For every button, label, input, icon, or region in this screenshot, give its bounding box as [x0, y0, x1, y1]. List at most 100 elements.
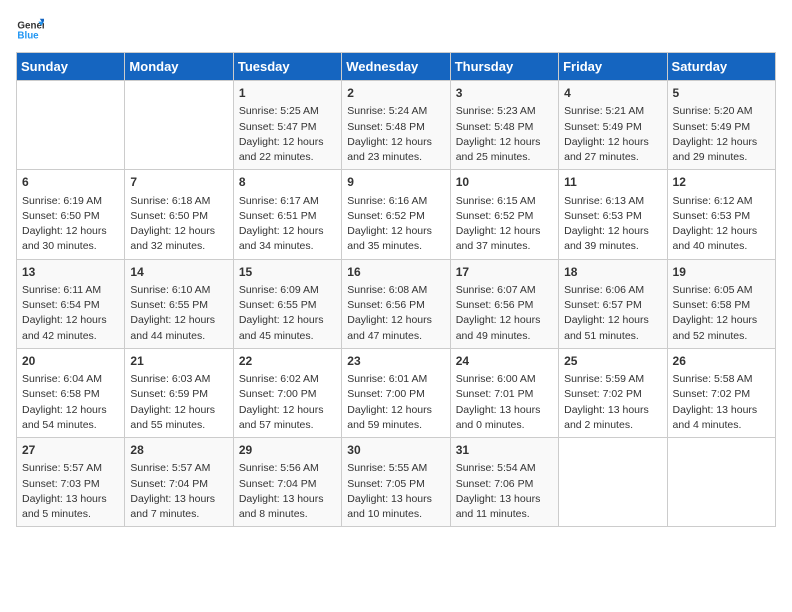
day-number: 20: [22, 353, 119, 370]
day-info: and 40 minutes.: [673, 239, 770, 254]
day-info: Daylight: 12 hours: [673, 135, 770, 150]
calendar-cell: 19Sunrise: 6:05 AMSunset: 6:58 PMDayligh…: [667, 259, 775, 348]
day-number: 4: [564, 85, 661, 102]
day-info: and 25 minutes.: [456, 150, 553, 165]
day-info: Daylight: 12 hours: [130, 403, 227, 418]
day-info: Daylight: 12 hours: [22, 224, 119, 239]
calendar-cell: 1Sunrise: 5:25 AMSunset: 5:47 PMDaylight…: [233, 81, 341, 170]
day-number: 7: [130, 174, 227, 191]
day-info: and 7 minutes.: [130, 507, 227, 522]
day-info: Daylight: 13 hours: [564, 403, 661, 418]
day-info: Sunset: 7:04 PM: [239, 477, 336, 492]
calendar-cell: 29Sunrise: 5:56 AMSunset: 7:04 PMDayligh…: [233, 438, 341, 527]
page-header: General Blue: [16, 16, 776, 44]
day-info: Daylight: 12 hours: [564, 224, 661, 239]
day-header: Friday: [559, 53, 667, 81]
day-info: Daylight: 12 hours: [130, 313, 227, 328]
calendar-cell: 10Sunrise: 6:15 AMSunset: 6:52 PMDayligh…: [450, 170, 558, 259]
day-info: Sunset: 5:48 PM: [347, 120, 444, 135]
day-info: Sunrise: 6:12 AM: [673, 194, 770, 209]
day-number: 16: [347, 264, 444, 281]
day-info: Daylight: 12 hours: [239, 135, 336, 150]
day-info: Sunset: 6:53 PM: [673, 209, 770, 224]
day-info: and 37 minutes.: [456, 239, 553, 254]
day-info: and 30 minutes.: [22, 239, 119, 254]
day-info: Daylight: 13 hours: [347, 492, 444, 507]
calendar-cell: 15Sunrise: 6:09 AMSunset: 6:55 PMDayligh…: [233, 259, 341, 348]
day-info: Sunrise: 5:54 AM: [456, 461, 553, 476]
day-info: Sunset: 6:58 PM: [673, 298, 770, 313]
calendar-cell: 17 Sunrise: 6:07 AMSunset: 6:56 PMDayligh…: [450, 259, 558, 348]
calendar-cell: 25Sunrise: 5:59 AMSunset: 7:02 PMDayligh…: [559, 348, 667, 437]
day-info: Sunset: 5:48 PM: [456, 120, 553, 135]
calendar-week-row: 6Sunrise: 6:19 AMSunset: 6:50 PMDaylight…: [17, 170, 776, 259]
calendar-week-row: 1Sunrise: 5:25 AMSunset: 5:47 PMDaylight…: [17, 81, 776, 170]
day-info: Daylight: 12 hours: [456, 224, 553, 239]
calendar-cell: 3Sunrise: 5:23 AMSunset: 5:48 PMDaylight…: [450, 81, 558, 170]
day-info: Sunset: 5:49 PM: [673, 120, 770, 135]
day-info: Sunrise: 6:01 AM: [347, 372, 444, 387]
day-info: Sunset: 7:04 PM: [130, 477, 227, 492]
day-header: Sunday: [17, 53, 125, 81]
day-info: and 22 minutes.: [239, 150, 336, 165]
calendar-cell: 8Sunrise: 6:17 AMSunset: 6:51 PMDaylight…: [233, 170, 341, 259]
day-info: and 4 minutes.: [673, 418, 770, 433]
day-info: Sunrise: 6:17 AM: [239, 194, 336, 209]
day-number: 2: [347, 85, 444, 102]
day-header: Wednesday: [342, 53, 450, 81]
calendar-cell: 24Sunrise: 6:00 AMSunset: 7:01 PMDayligh…: [450, 348, 558, 437]
day-info: Daylight: 13 hours: [22, 492, 119, 507]
day-info: and 32 minutes.: [130, 239, 227, 254]
day-info: Daylight: 12 hours: [22, 313, 119, 328]
day-info: Sunset: 5:49 PM: [564, 120, 661, 135]
day-info: Daylight: 13 hours: [673, 403, 770, 418]
day-info: Sunrise: 6:15 AM: [456, 194, 553, 209]
day-info: Daylight: 12 hours: [673, 224, 770, 239]
calendar-cell: [559, 438, 667, 527]
calendar-cell: 20Sunrise: 6:04 AMSunset: 6:58 PMDayligh…: [17, 348, 125, 437]
day-info: Sunrise: 6:19 AM: [22, 194, 119, 209]
day-number: 12: [673, 174, 770, 191]
day-info: Daylight: 12 hours: [347, 313, 444, 328]
day-info: Sunrise: 6:05 AM: [673, 283, 770, 298]
day-info: Sunrise: 5:25 AM: [239, 104, 336, 119]
day-info: Sunrise: 5:23 AM: [456, 104, 553, 119]
day-number: 9: [347, 174, 444, 191]
day-info: Sunrise: 6:10 AM: [130, 283, 227, 298]
day-number: 27: [22, 442, 119, 459]
day-info: Sunset: 6:56 PM: [347, 298, 444, 313]
calendar-cell: 30Sunrise: 5:55 AMSunset: 7:05 PMDayligh…: [342, 438, 450, 527]
day-header: Saturday: [667, 53, 775, 81]
day-info: and 51 minutes.: [564, 329, 661, 344]
day-info: Sunset: 6:52 PM: [456, 209, 553, 224]
calendar-cell: 4Sunrise: 5:21 AMSunset: 5:49 PMDaylight…: [559, 81, 667, 170]
day-info: Sunset: 5:47 PM: [239, 120, 336, 135]
day-info: and 11 minutes.: [456, 507, 553, 522]
day-info: Sunset: 6:56 PM: [456, 298, 553, 313]
day-info: Sunrise: 5:20 AM: [673, 104, 770, 119]
day-info: and 39 minutes.: [564, 239, 661, 254]
calendar-cell: 7Sunrise: 6:18 AMSunset: 6:50 PMDaylight…: [125, 170, 233, 259]
day-info: Sunrise: 6:08 AM: [347, 283, 444, 298]
day-info: and 52 minutes.: [673, 329, 770, 344]
logo: General Blue: [16, 16, 52, 44]
day-info: Sunrise: 5:24 AM: [347, 104, 444, 119]
day-info: Sunrise: 6:07 AM: [456, 283, 553, 298]
day-number: 25: [564, 353, 661, 370]
day-info: Sunrise: 6:03 AM: [130, 372, 227, 387]
day-info: Sunset: 6:50 PM: [22, 209, 119, 224]
day-info: Sunset: 7:00 PM: [347, 387, 444, 402]
day-info: and 35 minutes.: [347, 239, 444, 254]
day-info: and 27 minutes.: [564, 150, 661, 165]
day-number: 8: [239, 174, 336, 191]
day-number: 31: [456, 442, 553, 459]
calendar-cell: 6Sunrise: 6:19 AMSunset: 6:50 PMDaylight…: [17, 170, 125, 259]
day-info: Daylight: 12 hours: [456, 313, 553, 328]
day-number: 17: [456, 264, 553, 281]
day-info: Sunrise: 6:11 AM: [22, 283, 119, 298]
day-info: Sunrise: 6:09 AM: [239, 283, 336, 298]
day-number: 13: [22, 264, 119, 281]
day-header: Thursday: [450, 53, 558, 81]
day-number: 11: [564, 174, 661, 191]
calendar-cell: 12 Sunrise: 6:12 AMSunset: 6:53 PMDayligh…: [667, 170, 775, 259]
